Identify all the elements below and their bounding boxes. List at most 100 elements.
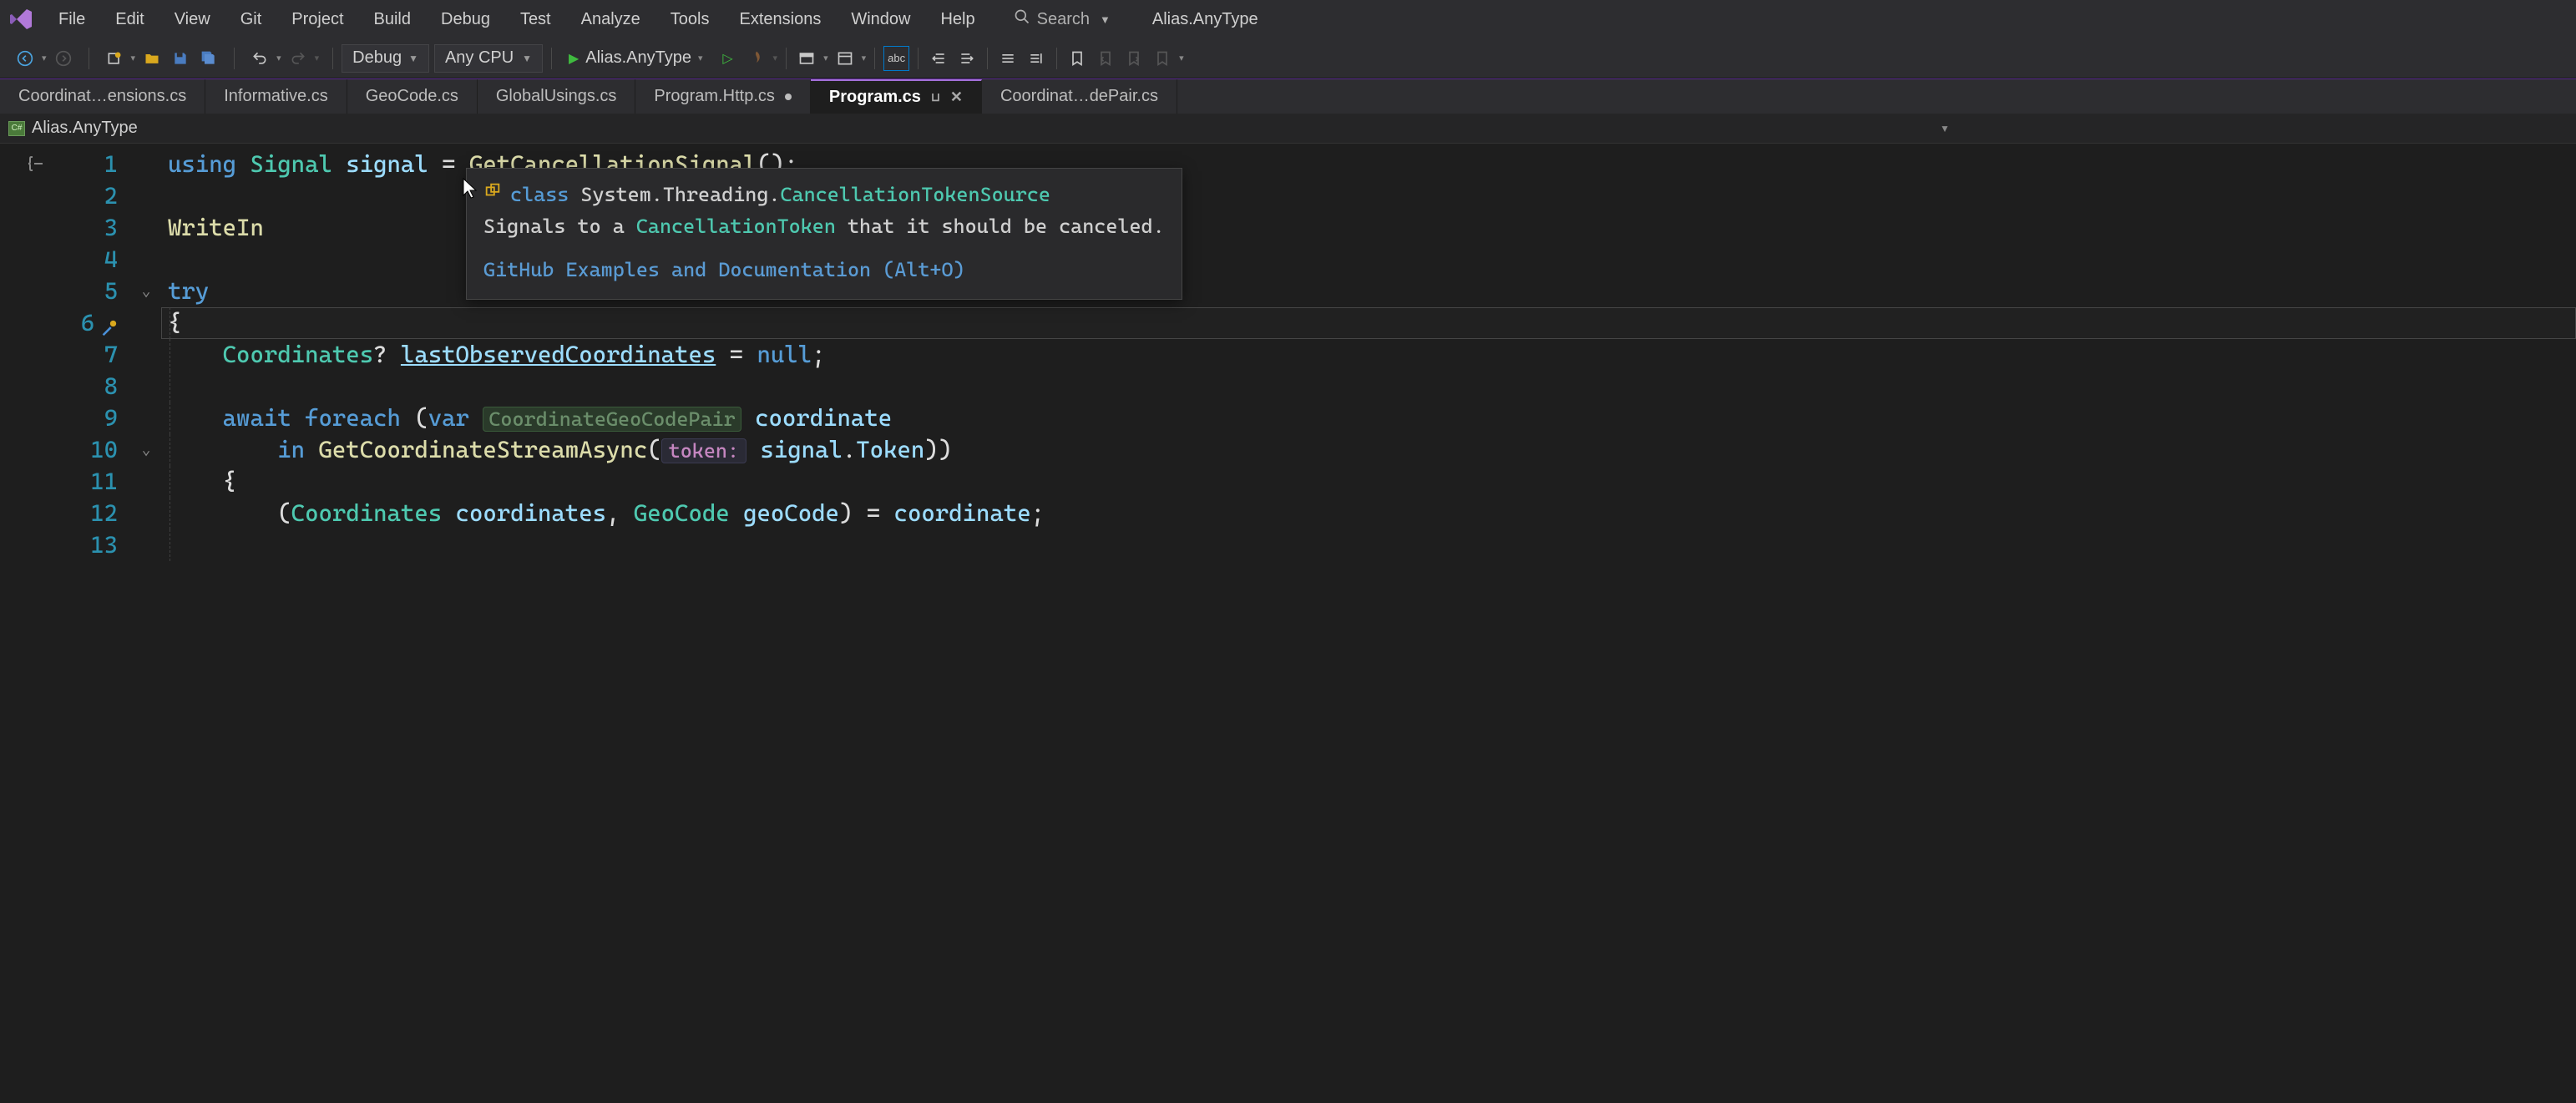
tab-program[interactable]: Program.cs ⊔ ✕ <box>811 79 982 114</box>
context-project-label: Alias.AnyType <box>32 119 138 138</box>
menu-project[interactable]: Project <box>276 5 358 34</box>
line-number: 5 <box>71 276 118 307</box>
line-number: 6 <box>71 307 118 339</box>
collapse-scope-icon[interactable] <box>26 152 46 184</box>
run-button[interactable]: ▶ Alias.AnyType ▾ <box>560 44 711 73</box>
code-line[interactable]: Coordinates? lastObservedCoordinates = n… <box>161 339 2576 371</box>
fold-toggle <box>131 212 161 244</box>
menu-file[interactable]: File <box>43 5 100 34</box>
line-number: 11 <box>71 466 118 498</box>
abc-button[interactable]: abc <box>883 46 909 71</box>
code-line[interactable]: in GetCoordinateStreamAsync(token: signa… <box>161 434 2576 466</box>
class-icon <box>483 180 502 209</box>
menu-view[interactable]: View <box>159 5 225 34</box>
search-label: Search <box>1037 10 1090 29</box>
tooltip-link[interactable]: GitHub Examples and Documentation (Alt+O… <box>483 256 1165 284</box>
menu-git[interactable]: Git <box>225 5 277 34</box>
line-number: 10 <box>71 434 118 466</box>
run-no-debug-button[interactable]: ▷ <box>716 46 740 71</box>
tab-geocode[interactable]: GeoCode.cs <box>347 79 478 114</box>
tab-label: Program.Http.cs <box>654 87 774 106</box>
tab-label: Informative.cs <box>224 87 327 106</box>
line-number: 8 <box>71 371 118 402</box>
window-title: Alias.AnyType <box>1152 10 1258 29</box>
bookmark-next-button[interactable] <box>1122 46 1146 71</box>
uncomment-button[interactable] <box>1025 46 1048 71</box>
tab-informative[interactable]: Informative.cs <box>205 79 347 114</box>
fold-toggle <box>131 339 161 371</box>
menu-help[interactable]: Help <box>925 5 989 34</box>
tab-coordinat-ensions[interactable]: Coordinat…ensions.cs <box>0 79 205 114</box>
code-line[interactable]: await foreach (var CoordinateGeoCodePair… <box>161 402 2576 434</box>
menu-window[interactable]: Window <box>836 5 925 34</box>
redo-button[interactable] <box>286 46 310 71</box>
gutter <box>0 144 71 561</box>
fold-toggle <box>131 307 161 339</box>
fold-toggle[interactable]: ⌄ <box>131 434 161 466</box>
nav-back-button[interactable] <box>13 46 37 71</box>
config-label: Debug <box>352 48 402 68</box>
save-button[interactable] <box>169 46 192 71</box>
indent-inc-button[interactable] <box>955 46 979 71</box>
chevron-down-icon: ▼ <box>1100 13 1111 26</box>
menu-tools[interactable]: Tools <box>655 5 725 34</box>
tab-coordinat-depair[interactable]: Coordinat…dePair.cs <box>982 79 1177 114</box>
mouse-cursor-icon <box>462 177 478 200</box>
code-line[interactable]: { <box>161 307 2576 339</box>
tab-label: GlobalUsings.cs <box>496 87 617 106</box>
fold-toggle[interactable]: ⌄ <box>131 276 161 307</box>
code-line[interactable]: { <box>161 466 2576 498</box>
line-numbers: 123456 78910111213 <box>71 144 131 561</box>
open-file-button[interactable] <box>140 46 164 71</box>
line-number: 7 <box>71 339 118 371</box>
close-icon[interactable]: ✕ <box>950 89 963 106</box>
bookmark-clear-button[interactable] <box>1151 46 1174 71</box>
config-dropdown[interactable]: Debug ▼ <box>342 44 429 73</box>
code-line[interactable] <box>161 371 2576 402</box>
menu-bar: File Edit View Git Project Build Debug T… <box>0 0 2576 38</box>
chevron-down-icon: ▼ <box>1940 123 1950 134</box>
fold-toggle <box>131 371 161 402</box>
fold-toggle <box>131 529 161 561</box>
pin-icon[interactable]: ⊔ <box>931 90 940 104</box>
context-bar[interactable]: C# Alias.AnyType ▼ <box>0 114 2576 144</box>
toolbar: ▾ ▾ ▾ ▾ Debug ▼ Any CPU <box>0 38 2576 78</box>
menu-analyze[interactable]: Analyze <box>566 5 655 34</box>
platform-dropdown[interactable]: Any CPU ▼ <box>434 44 543 73</box>
csharp-project-icon: C# <box>8 121 25 136</box>
code-line[interactable]: (Coordinates coordinates, GeoCode geoCod… <box>161 498 2576 529</box>
fold-toggle <box>131 466 161 498</box>
menu-extensions[interactable]: Extensions <box>724 5 836 34</box>
line-number: 2 <box>71 180 118 212</box>
tab-program-http[interactable]: Program.Http.cs <box>635 79 810 114</box>
search-box[interactable]: Search ▼ <box>1005 5 1119 33</box>
bookmark-prev-button[interactable] <box>1094 46 1117 71</box>
editor[interactable]: 123456 78910111213 ⌄⌄ class System.Threa… <box>0 144 2576 561</box>
browse-button[interactable] <box>795 46 818 71</box>
save-all-button[interactable] <box>197 46 220 71</box>
search-icon <box>1014 8 1030 30</box>
new-item-button[interactable] <box>103 46 126 71</box>
tab-globalusings[interactable]: GlobalUsings.cs <box>478 79 636 114</box>
undo-button[interactable] <box>248 46 271 71</box>
indent-dec-button[interactable] <box>927 46 950 71</box>
bookmark-button[interactable] <box>1065 46 1089 71</box>
hot-reload-button[interactable] <box>745 46 768 71</box>
fold-toggle <box>131 180 161 212</box>
code-area[interactable]: class System.Threading.CancellationToken… <box>161 144 2576 561</box>
menu-edit[interactable]: Edit <box>100 5 159 34</box>
tab-label: GeoCode.cs <box>366 87 458 106</box>
menu-build[interactable]: Build <box>359 5 426 34</box>
platform-label: Any CPU <box>445 48 514 68</box>
nav-forward-button[interactable] <box>52 46 75 71</box>
line-number: 1 <box>71 149 118 180</box>
code-line[interactable] <box>161 529 2576 561</box>
menu-test[interactable]: Test <box>505 5 566 34</box>
quick-action-icon[interactable] <box>99 314 118 332</box>
menu-debug[interactable]: Debug <box>426 5 505 34</box>
layout-button[interactable] <box>833 46 857 71</box>
tooltip-type: CancellationTokenSource <box>780 183 1050 206</box>
chevron-down-icon: ▼ <box>408 53 418 64</box>
quickinfo-tooltip: class System.Threading.CancellationToken… <box>466 168 1182 300</box>
comment-button[interactable] <box>996 46 1020 71</box>
